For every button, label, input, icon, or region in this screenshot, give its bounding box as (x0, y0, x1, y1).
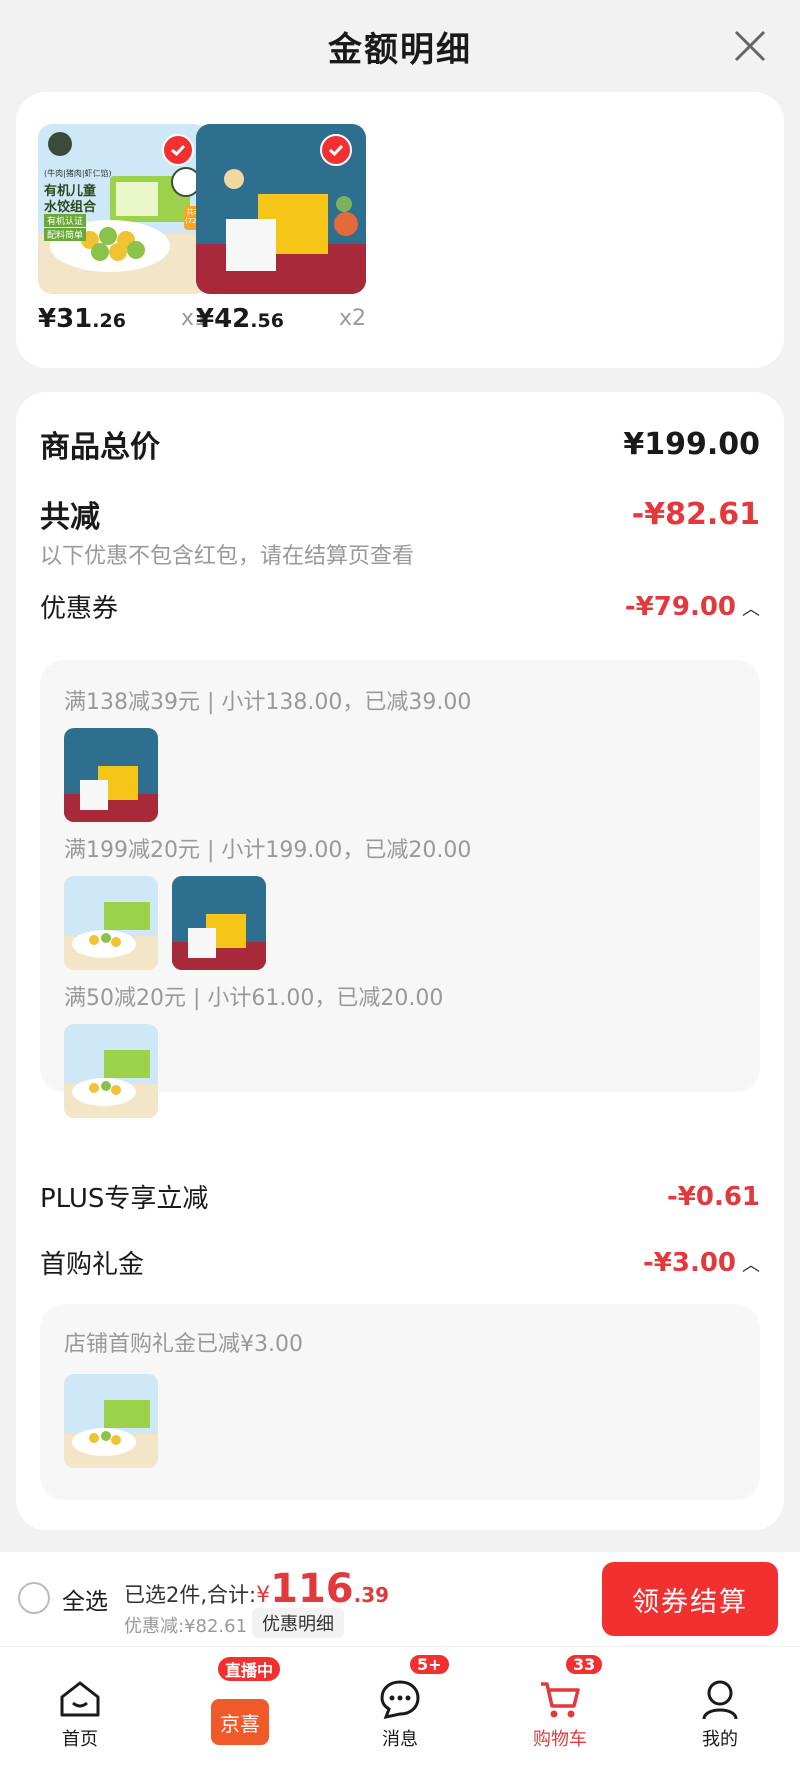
summary-prefix: 已选2件,合计: (124, 1583, 257, 1607)
checkmark-icon[interactable] (320, 134, 352, 166)
currency-symbol: ¥ (256, 1583, 271, 1608)
tab-label: 消息 (382, 1729, 418, 1750)
gift-row[interactable]: 首购礼金 -¥3.00 ︿ (40, 1244, 760, 1281)
coupon-rule-text: 满50减20元 | 小计61.00，已减20.00 (64, 986, 444, 1011)
cart-icon (541, 1682, 580, 1718)
coupon-product-image (172, 876, 266, 970)
box-subtitle: (牛肉|猪肉|虾仁馅) (44, 169, 112, 178)
coupon-group-box: 满138减39元 | 小计138.00，已减39.00 满199减20元 | 小… (40, 660, 760, 1118)
total-int: 116 (270, 1566, 354, 1612)
chevron-up-icon[interactable]: ︿ (742, 1251, 760, 1277)
box-tag-1: 有机认证 (44, 214, 87, 227)
cart-badge: 33 (564, 1653, 605, 1676)
message-icon (380, 1680, 420, 1720)
order-summary: 已选2件,合计: ¥ 116 .39 (124, 1566, 389, 1612)
select-all-label[interactable]: 全选 (62, 1582, 108, 1616)
box-title-line2: 水饺组合 (44, 200, 97, 215)
discount-detail-button[interactable]: 优惠明细 (252, 1608, 344, 1638)
bottom-tab-bar: 首页 京喜 直播中 消息 5+ 购物车 33 我的 (0, 1646, 800, 1776)
gift-product-image (64, 1374, 158, 1468)
product-image: (牛肉|猪肉|虾仁馅) 有机儿童 水饺组合 有机认证 配料简单 共3盒 (72只… (38, 124, 208, 294)
chevron-up-icon[interactable]: ︿ (742, 595, 760, 621)
coupon-label: 优惠券 (40, 594, 119, 624)
tab-label: 首页 (62, 1729, 98, 1750)
reduce-label: 共减 (40, 500, 100, 535)
box-tag-2: 配料简单 (44, 228, 87, 241)
select-all-radio[interactable] (18, 1582, 50, 1614)
tab-home[interactable]: 首页 (0, 1647, 160, 1757)
page-title: 金额明细 (328, 29, 472, 70)
amount-detail-card: 商品总价 ¥199.00 共减 -¥82.61 以下优惠不包含红包，请在结算页查… (16, 392, 784, 1530)
product-price: ¥42.56 (196, 304, 284, 334)
total-value: ¥199.00 (623, 426, 760, 462)
user-icon (702, 1680, 738, 1720)
tab-jingxi[interactable]: 京喜 直播中 (160, 1647, 320, 1757)
product-item[interactable]: (牛肉|猪肉|虾仁馅) 有机儿童 水饺组合 有机认证 配料简单 共3盒 (72只… (38, 124, 208, 334)
product-image (196, 124, 366, 294)
total-row: 商品总价 ¥199.00 (40, 422, 760, 466)
product-qty: x2 (338, 306, 366, 331)
coupon-product-image (64, 876, 158, 970)
reduce-note: 以下优惠不包含红包，请在结算页查看 (40, 544, 415, 569)
plus-row: PLUS专享立减 -¥0.61 (40, 1178, 760, 1215)
reduce-value: -¥82.61 (631, 496, 760, 532)
gift-label: 首购礼金 (40, 1250, 145, 1280)
header: 金额明细 (0, 0, 800, 92)
tab-messages[interactable]: 消息 5+ (320, 1647, 480, 1757)
checkmark-icon[interactable] (162, 134, 194, 166)
close-icon[interactable] (730, 26, 770, 66)
tab-profile[interactable]: 我的 (640, 1647, 800, 1757)
reduce-row: 共减 -¥82.61 (40, 492, 760, 536)
coupon-rule-text: 满138减39元 | 小计138.00，已减39.00 (64, 690, 472, 715)
coupon-row[interactable]: 优惠券 -¥79.00 ︿ (40, 588, 760, 625)
coupon-product-image (64, 728, 158, 822)
tab-label: 购物车 (533, 1729, 587, 1750)
gift-group-box: 店铺首购礼金已减¥3.00 (40, 1304, 760, 1500)
tab-cart[interactable]: 购物车 33 (480, 1647, 640, 1757)
gift-value: -¥3.00 (642, 1247, 736, 1278)
coupon-product-image (64, 1024, 158, 1118)
discount-text: 优惠减:¥82.61 (124, 1616, 248, 1637)
coupon-value: -¥79.00 (624, 591, 736, 622)
selected-products-card: (牛肉|猪肉|虾仁馅) 有机儿童 水饺组合 有机认证 配料简单 共3盒 (72只… (16, 92, 784, 368)
tab-label: 我的 (702, 1729, 738, 1750)
message-badge: 5+ (408, 1653, 451, 1676)
gift-group-text: 店铺首购礼金已减¥3.00 (64, 1332, 303, 1357)
jingxi-icon: 京喜 (211, 1699, 269, 1745)
plus-value: -¥0.61 (666, 1181, 760, 1212)
checkout-button[interactable]: 领券结算 (602, 1562, 778, 1636)
checkout-bar: 全选 已选2件,合计: ¥ 116 .39 优惠减:¥82.61 优惠明细 领券… (0, 1552, 800, 1646)
total-label: 商品总价 (40, 430, 160, 465)
product-price: ¥31.26 (38, 304, 126, 334)
live-badge: 直播中 (216, 1655, 283, 1683)
total-dec: .39 (353, 1583, 390, 1607)
coupon-rule-text: 满199减20元 | 小计199.00，已减20.00 (64, 838, 472, 863)
home-icon (60, 1681, 100, 1717)
product-item[interactable]: ¥42.56 x2 (196, 124, 366, 334)
plus-label: PLUS专享立减 (40, 1184, 209, 1214)
